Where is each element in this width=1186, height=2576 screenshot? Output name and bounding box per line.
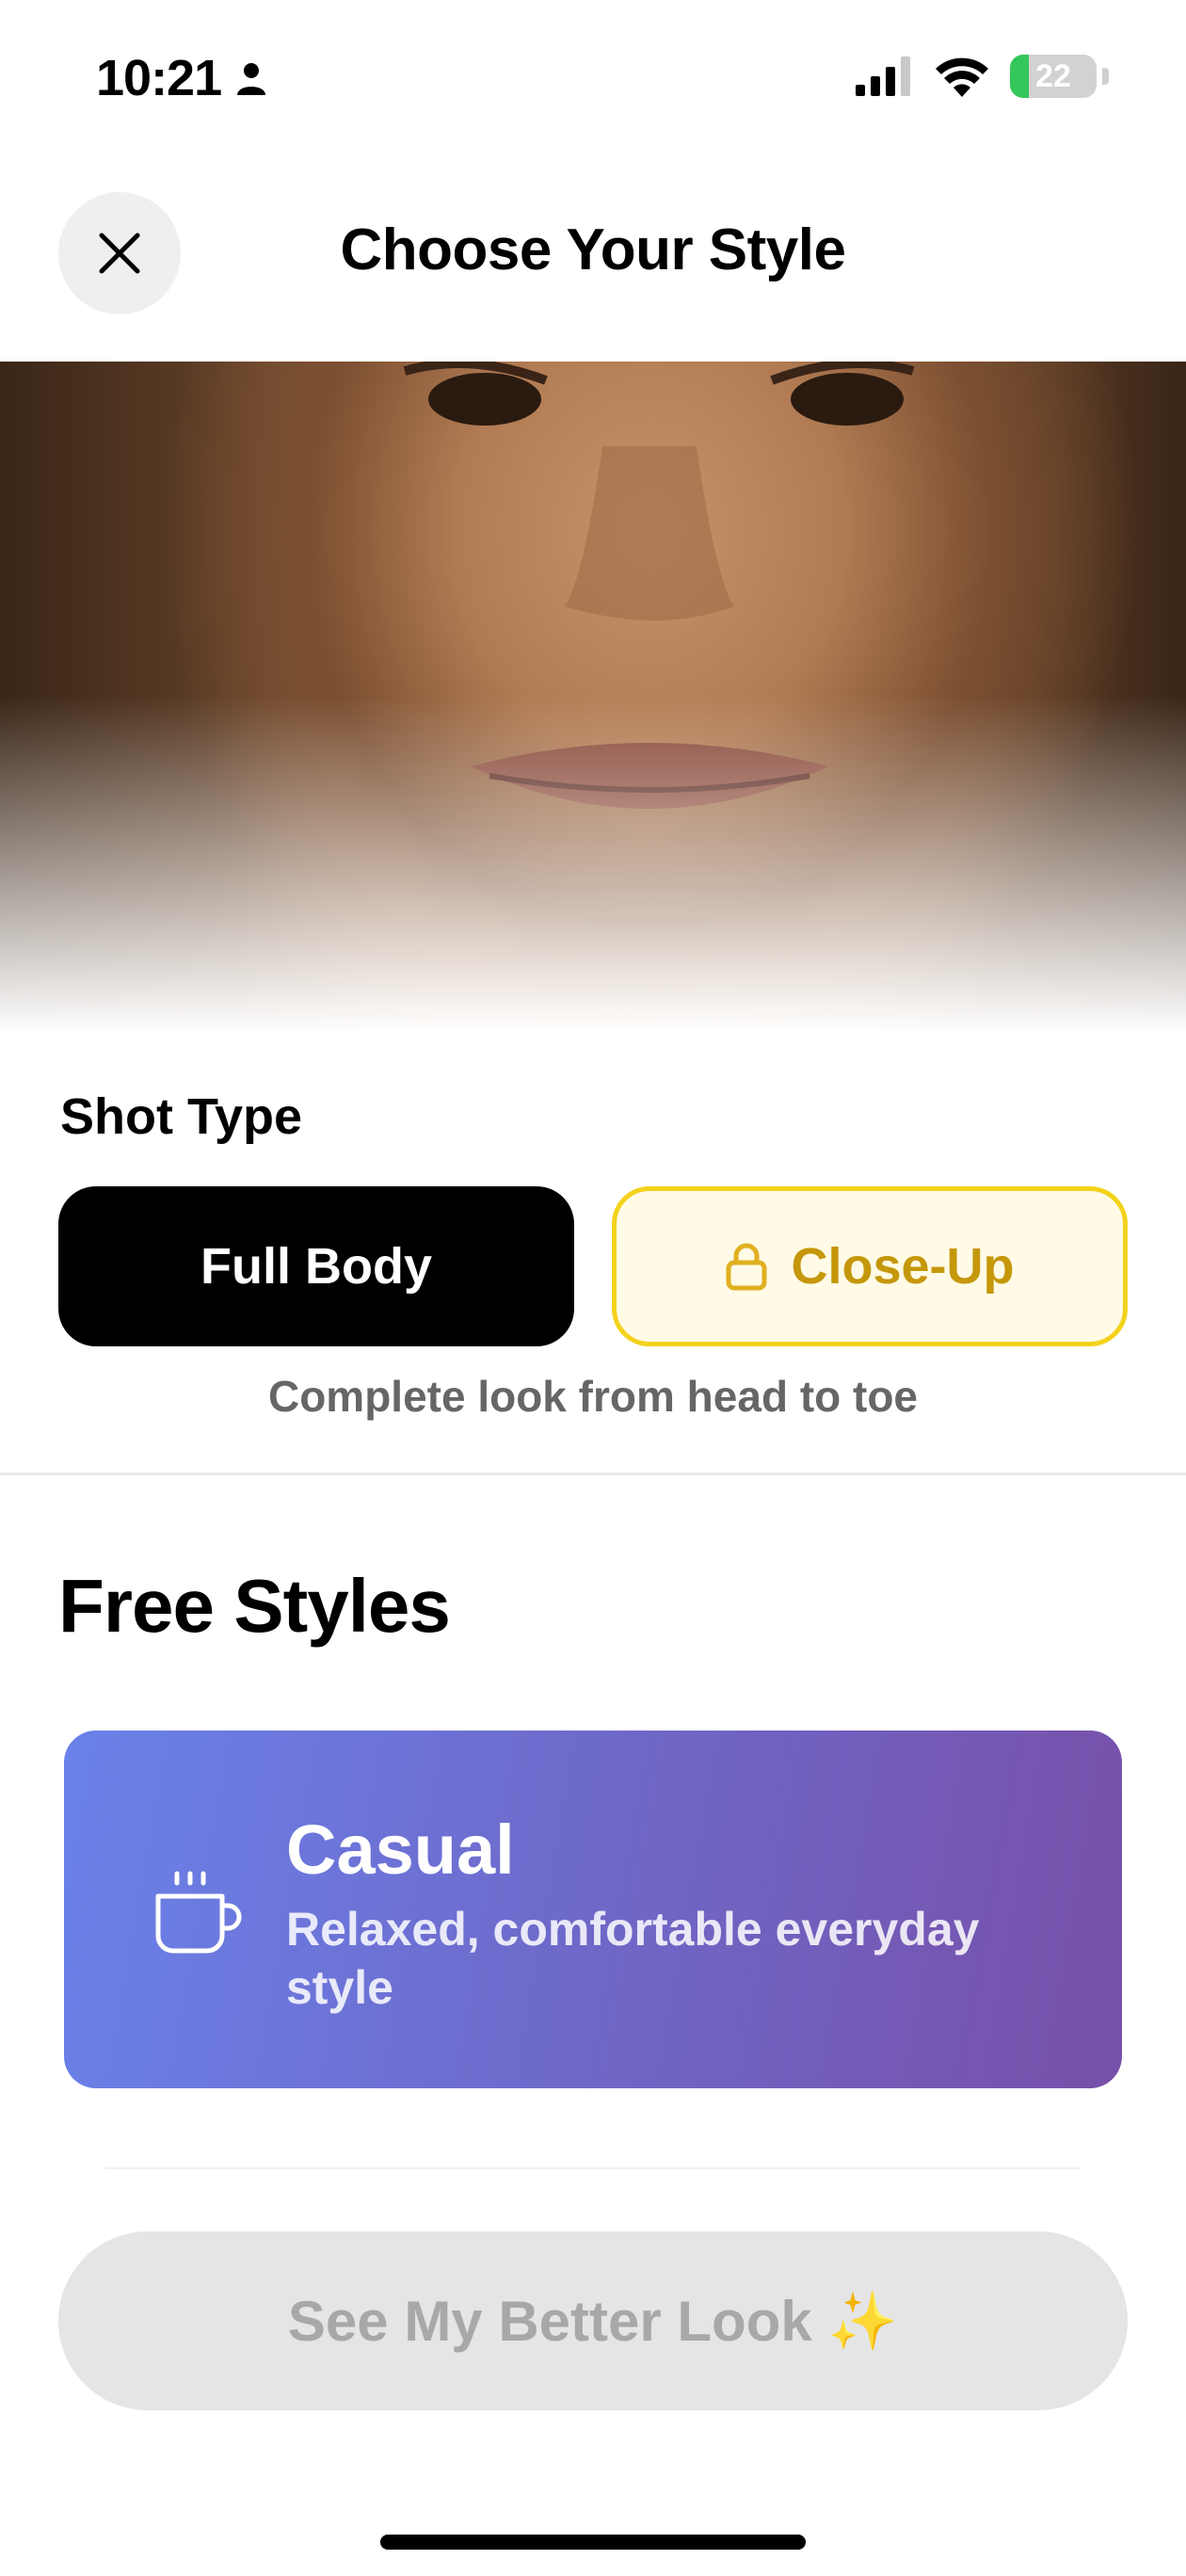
status-icons: 22 [856,55,1109,98]
cta-label: See My Better Look ✨ [287,2289,899,2353]
style-card-title: Casual [286,1811,515,1889]
page-title: Choose Your Style [340,217,847,282]
list-divider [105,2167,1081,2169]
wifi-icon [936,57,988,97]
see-better-look-button[interactable]: See My Better Look ✨ [58,2231,1128,2410]
battery-nub [1102,68,1109,85]
battery-indicator: 22 [1010,55,1097,98]
photo-fade [0,695,1186,1034]
header: Choose Your Style [0,188,1186,320]
home-indicator[interactable] [380,2535,806,2550]
full-body-label: Full Body [200,1238,432,1295]
status-bar: 10:21 22 [0,0,1186,160]
section-divider [0,1473,1186,1475]
full-body-button[interactable]: Full Body [58,1186,574,1346]
shot-type-label: Shot Type [60,1088,303,1145]
style-card-casual[interactable]: Casual Relaxed, comfortable everyday sty… [64,1731,1122,2088]
preview-photo [0,362,1186,1034]
battery-level: 22 [1035,57,1071,94]
lock-icon [726,1243,767,1291]
close-up-label: Close-Up [791,1238,1015,1295]
cellular-signal-icon [856,56,910,96]
clock-text: 10:21 [96,50,222,106]
close-up-button[interactable]: Close-Up [612,1186,1128,1346]
person-icon [237,63,266,95]
style-card-description: Relaxed, comfortable everyday style [286,1903,980,2014]
coffee-cup-icon [155,1871,242,1954]
status-time: 10:21 [96,49,270,107]
free-styles-title: Free Styles [58,1564,451,1648]
shot-type-caption: Complete look from head to toe [267,1372,919,1421]
